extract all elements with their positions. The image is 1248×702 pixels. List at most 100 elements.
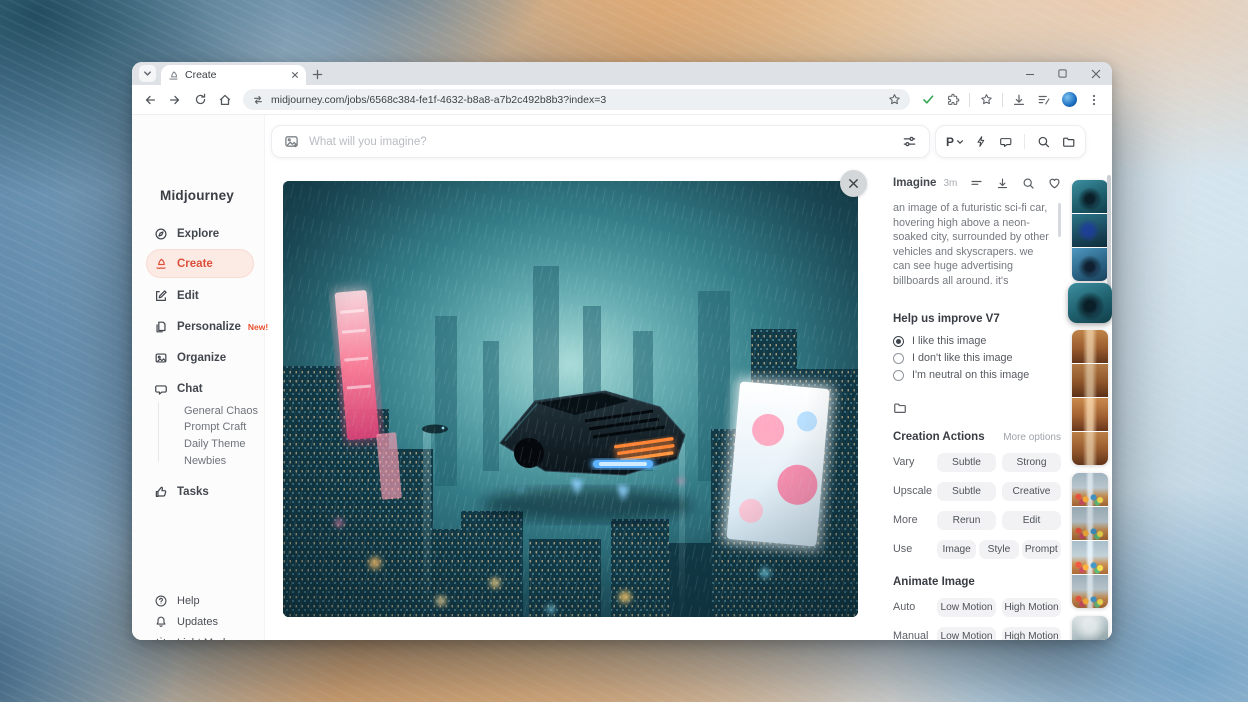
feedback-option-like[interactable]: I like this image	[893, 333, 1061, 350]
chat-channel-prompt-craft[interactable]: Prompt Craft	[184, 421, 246, 433]
imagine-prompt-bar[interactable]	[271, 125, 930, 158]
forward-button[interactable]	[164, 89, 186, 111]
sidebar-item-updates[interactable]: Updates	[146, 611, 254, 632]
extension-check-icon[interactable]	[917, 89, 939, 111]
animate-row-label: Manual	[893, 630, 937, 640]
radio[interactable]	[893, 353, 904, 364]
thumbnail-misty-1[interactable]	[1072, 616, 1108, 640]
page-scrollbar[interactable]	[1107, 175, 1111, 295]
generated-image[interactable]	[283, 181, 858, 617]
add-image-icon[interactable]	[284, 134, 299, 149]
auto-high-motion-button[interactable]: High Motion	[1002, 598, 1061, 617]
prompt-details-icon[interactable]	[970, 177, 983, 190]
chat-channel-daily-theme[interactable]: Daily Theme	[184, 438, 246, 450]
bookmark-star-icon[interactable]	[888, 93, 901, 106]
folder-icon[interactable]	[1062, 135, 1076, 149]
move-to-folder-button[interactable]	[893, 401, 1061, 415]
prompt-scrollbar[interactable]	[1058, 203, 1061, 237]
chat-channel-general-chaos[interactable]: General Chaos	[184, 405, 258, 417]
sidebar-item-help[interactable]: Help	[146, 590, 254, 611]
sidebar-item-create[interactable]: Create	[146, 249, 254, 278]
thumbnail-autumn-1[interactable]	[1072, 330, 1108, 363]
home-button[interactable]	[214, 89, 236, 111]
sidebar-item-edit[interactable]: Edit	[146, 285, 254, 306]
thumbnail-parade-2[interactable]	[1072, 507, 1108, 540]
feedback-option-dislike[interactable]: I don't like this image	[893, 350, 1061, 367]
thumbnail-parade-3[interactable]	[1072, 541, 1108, 574]
maximize-button[interactable]	[1046, 62, 1079, 85]
thumbnail-scifi-1[interactable]	[1072, 180, 1108, 213]
chevron-down-icon	[956, 138, 964, 146]
site-info-icon[interactable]	[252, 94, 264, 106]
chat-channel-newbies[interactable]: Newbies	[184, 455, 226, 467]
thumbnail-parade-1[interactable]	[1072, 473, 1108, 506]
pinned-extension-button[interactable]	[975, 89, 997, 111]
vary-strong-button[interactable]: Strong	[1002, 453, 1061, 472]
new-tab-button[interactable]	[306, 64, 328, 84]
back-button[interactable]	[139, 89, 161, 111]
lightning-icon[interactable]	[975, 135, 988, 148]
upscale-subtle-button[interactable]: Subtle	[937, 482, 996, 501]
upscale-creative-button[interactable]: Creative	[1002, 482, 1061, 501]
minimize-button[interactable]	[1013, 62, 1046, 85]
sidebar-item-organize[interactable]: Organize	[146, 347, 254, 368]
browser-tab-create[interactable]: Create	[161, 65, 306, 85]
thumbnail-autumn-3[interactable]	[1072, 398, 1108, 431]
manual-low-motion-button[interactable]: Low Motion	[937, 627, 996, 640]
reload-button[interactable]	[189, 89, 211, 111]
feedback-bubble-icon[interactable]	[999, 135, 1013, 149]
use-image-button[interactable]: Image	[937, 540, 976, 559]
sidebar-item-personalize[interactable]: Personalize New!	[146, 316, 254, 337]
thumbnail-scifi-3[interactable]	[1072, 248, 1108, 281]
sidebar-item-explore[interactable]: Explore	[146, 223, 254, 244]
profile-dropdown[interactable]: P	[946, 135, 964, 149]
reading-list-button[interactable]	[1033, 89, 1055, 111]
new-badge: New!	[248, 322, 268, 332]
thumbnail-autumn-2[interactable]	[1072, 364, 1108, 397]
reading-list-icon	[1037, 93, 1051, 107]
toolpill-divider	[1024, 134, 1025, 149]
chevron-down-icon	[143, 69, 152, 78]
heart-icon[interactable]	[1048, 177, 1061, 190]
extensions-puzzle-button[interactable]	[942, 89, 964, 111]
thumbnail-parade-4[interactable]	[1072, 575, 1108, 608]
close-window-button[interactable]	[1079, 62, 1112, 85]
more-options-link[interactable]: More options	[1003, 432, 1061, 443]
search-icon[interactable]	[1022, 177, 1035, 190]
sidebar-item-tasks[interactable]: Tasks	[146, 481, 254, 502]
radio[interactable]	[893, 370, 904, 381]
browser-menu-button[interactable]	[1083, 89, 1105, 111]
thumbnail-scifi-selected[interactable]	[1068, 283, 1112, 323]
tab-search-button[interactable]	[139, 65, 156, 82]
vary-subtle-button[interactable]: Subtle	[937, 453, 996, 472]
action-row-label: Use	[893, 543, 937, 555]
profile-avatar[interactable]	[1058, 89, 1080, 111]
tab-close-icon[interactable]	[291, 71, 299, 79]
prompt-input[interactable]	[309, 136, 892, 148]
download-icon[interactable]	[996, 177, 1009, 190]
url-bar[interactable]: midjourney.com/jobs/6568c384-fe1f-4632-b…	[243, 89, 910, 110]
feedback-option-neutral[interactable]: I'm neutral on this image	[893, 367, 1061, 384]
job-detail-panel: Imagine 3m an image of a futuristic sci-…	[893, 175, 1061, 640]
radio-selected[interactable]	[893, 336, 904, 347]
more-edit-button[interactable]: Edit	[1002, 511, 1061, 530]
thumbnail-autumn-4[interactable]	[1072, 432, 1108, 465]
use-style-button[interactable]: Style	[979, 540, 1018, 559]
sidebar-item-light-mode[interactable]: Light Mode	[146, 632, 254, 640]
radio-label: I don't like this image	[912, 352, 1012, 364]
more-rerun-button[interactable]: Rerun	[937, 511, 996, 530]
search-icon[interactable]	[1037, 135, 1051, 149]
thumbnail-scifi-2[interactable]	[1072, 214, 1108, 247]
auto-low-motion-button[interactable]: Low Motion	[937, 598, 996, 617]
prompt-settings-icon[interactable]	[902, 134, 917, 149]
browser-window: Create midjourney.com/jobs/6568c384-fe1f…	[132, 62, 1112, 640]
action-row-label: Upscale	[893, 485, 937, 497]
use-prompt-button[interactable]: Prompt	[1022, 540, 1061, 559]
prompt-text[interactable]: an image of a futuristic sci-fi car, hov…	[893, 201, 1051, 289]
plus-icon	[312, 69, 323, 80]
downloads-button[interactable]	[1008, 89, 1030, 111]
close-image-button[interactable]	[840, 170, 867, 197]
manual-high-motion-button[interactable]: High Motion	[1002, 627, 1061, 640]
sidebar-item-chat[interactable]: Chat	[146, 378, 254, 399]
green-check-icon	[922, 93, 935, 106]
